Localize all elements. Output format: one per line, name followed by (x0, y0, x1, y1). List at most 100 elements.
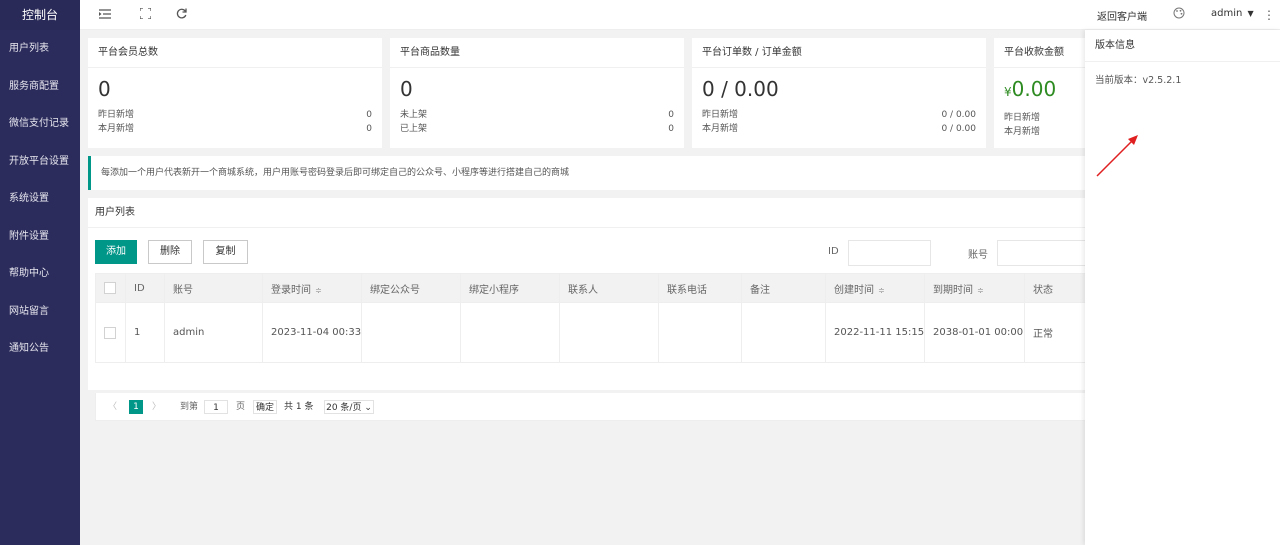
sidebar-item-announcements[interactable]: 通知公告 (0, 330, 80, 368)
sidebar-item-help-center[interactable]: 帮助中心 (0, 255, 80, 293)
column-header-expires[interactable]: 到期时间 ≑ (924, 273, 1025, 303)
sidebar-item-site-messages[interactable]: 网站留言 (0, 293, 80, 331)
more-vertical-icon[interactable]: ⋮ (1260, 6, 1278, 24)
column-header-label: 创建时间 (834, 284, 874, 296)
delete-button[interactable]: 删除 (148, 240, 192, 264)
stat-row-label: 昨日新增 (1004, 113, 1041, 123)
stat-card-value: 0 (98, 77, 111, 101)
cell-id: 1 (125, 302, 165, 363)
id-filter-label: ID (828, 246, 839, 257)
stat-row-label: 本月新增 (98, 124, 135, 134)
account-filter-input[interactable] (997, 240, 1085, 266)
column-header-bound-miniapp: 绑定小程序 (460, 273, 560, 303)
stat-row: 本月新增 (994, 125, 1085, 139)
stat-row-value: 0 / 0.00 (941, 110, 976, 120)
cell-account: admin (164, 302, 263, 363)
stat-card-members: 平台会员总数 0 昨日新增 0 本月新增 0 (88, 38, 382, 148)
account-filter-label: 账号 (968, 250, 988, 261)
next-page-button[interactable]: 〉 (152, 400, 161, 414)
sidebar-item-system-settings[interactable]: 系统设置 (0, 180, 80, 218)
page-button-current[interactable]: 1 (129, 400, 143, 414)
row-checkbox[interactable] (104, 326, 116, 339)
stat-card-products: 平台商品数量 0 未上架 0 已上架 0 (390, 38, 684, 148)
cell-bound-mp (361, 302, 461, 363)
sidebar-item-wechat-pay-records[interactable]: 微信支付记录 (0, 105, 80, 143)
revenue-amount: 0.00 (1011, 77, 1057, 101)
current-version-text: 当前版本：v2.5.2.1 (1095, 75, 1182, 86)
pagination: 〈 1 〉 到第 1 页 确定 共 1 条 20 条/页 ⌄ (95, 393, 1085, 421)
menu-fold-icon[interactable] (96, 6, 114, 24)
table-row[interactable]: 1 admin 2023-11-04 00:33 2022-11-11 15:1… (95, 302, 1085, 363)
stat-card-value: 0 (400, 77, 413, 101)
cell-contact (559, 302, 659, 363)
stat-row: 昨日新增 (994, 111, 1085, 125)
stat-row-value: 0 (668, 124, 674, 134)
sort-icon[interactable]: ≑ (977, 286, 984, 295)
sort-icon[interactable]: ≑ (878, 286, 885, 295)
user-name: admin (1211, 8, 1243, 19)
cell-phone (658, 302, 742, 363)
sidebar-item-open-platform[interactable]: 开放平台设置 (0, 143, 80, 181)
stat-row-value: 0 (366, 124, 372, 134)
column-header-login-time[interactable]: 登录时间 ≑ (262, 273, 362, 303)
select-all-checkbox-cell (95, 273, 126, 303)
goto-label: 到第 (180, 402, 199, 412)
select-all-checkbox[interactable] (104, 282, 116, 294)
chevron-down-icon: ⌄ (364, 403, 372, 413)
stat-card-title: 平台商品数量 (390, 38, 684, 68)
sidebar-item-user-list[interactable]: 用户列表 (0, 30, 80, 68)
console-logo[interactable]: 控制台 (0, 0, 80, 30)
sort-icon[interactable]: ≑ (315, 286, 322, 295)
stat-row: 已上架 0 (390, 122, 684, 136)
user-menu[interactable]: admin ▼ (1211, 8, 1254, 19)
cell-login-time: 2023-11-04 00:33 (262, 302, 362, 363)
panel-title: 用户列表 (88, 198, 1085, 228)
column-header-remark: 备注 (741, 273, 826, 303)
stat-row-label: 昨日新增 (98, 110, 135, 120)
stat-card-title: 平台收款金额 (994, 38, 1085, 68)
copy-button[interactable]: 复制 (203, 240, 248, 264)
prev-page-button[interactable]: 〈 (108, 400, 117, 414)
cell-remark (741, 302, 826, 363)
user-table: ID 账号 登录时间 ≑ 绑定公众号 绑定小程序 联系人 联系电话 备注 创建时间… (95, 273, 1085, 363)
stat-card-title: 平台会员总数 (88, 38, 382, 68)
column-header-status: 状态 (1024, 273, 1085, 303)
back-to-client-link[interactable]: 返回客户端 (1097, 8, 1147, 23)
column-header-created[interactable]: 创建时间 ≑ (825, 273, 925, 303)
stat-row-value: 0 / 0.00 (941, 124, 976, 134)
column-header-label: 到期时间 (933, 284, 973, 296)
stat-card-revenue: 平台收款金额 ¥0.00 昨日新增 本月新增 (994, 38, 1085, 148)
page-label: 页 (236, 402, 246, 412)
total-count: 共 1 条 (284, 402, 314, 412)
stat-row-value: 0 (668, 110, 674, 120)
column-header-account: 账号 (164, 273, 263, 303)
goto-page-input[interactable]: 1 (204, 400, 228, 414)
stat-row-label: 本月新增 (1004, 127, 1041, 137)
page-size-select[interactable]: 20 条/页 ⌄ (324, 400, 374, 414)
id-filter-input[interactable] (848, 240, 931, 266)
version-info-panel: 版本信息 当前版本：v2.5.2.1 (1085, 30, 1280, 545)
stat-row-value: 0 (366, 110, 372, 120)
notice-banner: 每添加一个用户代表新开一个商城系统，用户用账号密码登录后即可绑定自己的公众号、小… (88, 156, 1085, 190)
refresh-icon[interactable] (172, 6, 190, 24)
add-button[interactable]: 添加 (95, 240, 137, 264)
red-arrow-annotation (1096, 135, 1138, 177)
sidebar-item-provider-config[interactable]: 服务商配置 (0, 68, 80, 106)
currency-symbol: ¥ (1004, 85, 1012, 99)
sidebar-item-attachment-settings[interactable]: 附件设置 (0, 218, 80, 256)
main-content: 平台会员总数 0 昨日新增 0 本月新增 0 平台商品数量 0 未上架 0 已上架 0 … (80, 30, 1085, 545)
goto-confirm-button[interactable]: 确定 (253, 400, 277, 414)
cell-bound-miniapp (460, 302, 560, 363)
table-header-row: ID 账号 登录时间 ≑ 绑定公众号 绑定小程序 联系人 联系电话 备注 创建时间… (95, 273, 1085, 303)
column-header-id: ID (125, 273, 165, 303)
stat-card-value: ¥0.00 (994, 76, 1085, 105)
column-header-phone: 联系电话 (658, 273, 742, 303)
palette-icon[interactable] (1170, 6, 1188, 24)
sidebar: 控制台 用户列表 服务商配置 微信支付记录 开放平台设置 系统设置 附件设置 帮… (0, 0, 80, 545)
page-size-value: 20 条/页 (326, 403, 362, 413)
fullscreen-icon[interactable] (136, 6, 154, 24)
caret-down-icon: ▼ (1247, 9, 1254, 18)
stat-row: 未上架 0 (390, 108, 684, 122)
top-header: 返回客户端 admin ▼ ⋮ (80, 0, 1280, 30)
stat-card-title: 平台订单数 / 订单金额 (692, 38, 986, 68)
